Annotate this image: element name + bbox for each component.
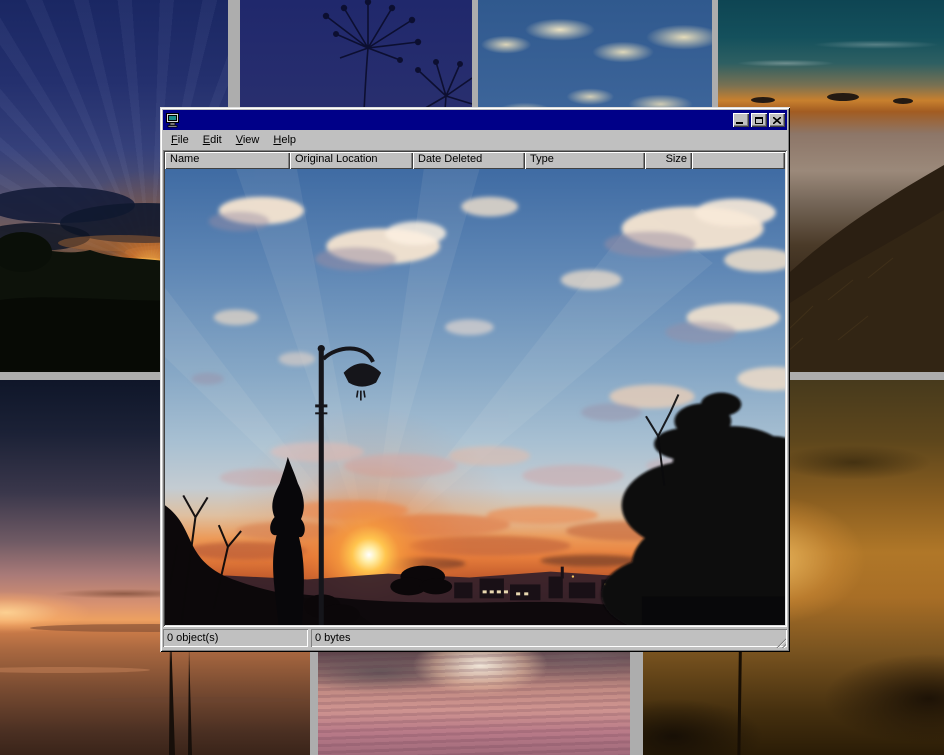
column-header-row: Name Original Location Date Deleted Type… — [165, 152, 785, 169]
menu-view[interactable]: View — [229, 132, 267, 148]
menu-bar: File Edit View Help — [163, 130, 787, 150]
menu-help[interactable]: Help — [266, 132, 303, 148]
maximize-button[interactable] — [751, 113, 767, 127]
computer-icon — [165, 112, 181, 128]
file-list-view: Name Original Location Date Deleted Type… — [163, 150, 787, 627]
column-header-original-location[interactable]: Original Location — [290, 152, 413, 169]
column-header-type[interactable]: Type — [525, 152, 645, 169]
title-bar[interactable] — [163, 110, 787, 130]
column-header-size[interactable]: Size — [645, 152, 692, 169]
close-icon — [773, 117, 781, 124]
maximize-icon — [755, 117, 763, 124]
close-button[interactable] — [769, 113, 785, 127]
status-object-count: 0 object(s) — [163, 629, 308, 647]
sunset-lamp-photo — [165, 169, 785, 625]
column-header-blank[interactable] — [692, 152, 785, 169]
desktop-wallpaper: File Edit View Help Name Original Locati… — [0, 0, 944, 755]
status-bar: 0 object(s) 0 bytes — [163, 629, 787, 649]
menu-file[interactable]: File — [164, 132, 196, 148]
column-header-name[interactable]: Name — [165, 152, 290, 169]
menu-edit[interactable]: Edit — [196, 132, 229, 148]
column-header-date-deleted[interactable]: Date Deleted — [413, 152, 525, 169]
recycle-bin-window: File Edit View Help Name Original Locati… — [160, 107, 790, 652]
client-area-photo[interactable] — [165, 169, 785, 625]
status-total-size: 0 bytes — [311, 629, 787, 647]
minimize-button[interactable] — [733, 113, 749, 127]
minimize-icon — [736, 122, 743, 124]
